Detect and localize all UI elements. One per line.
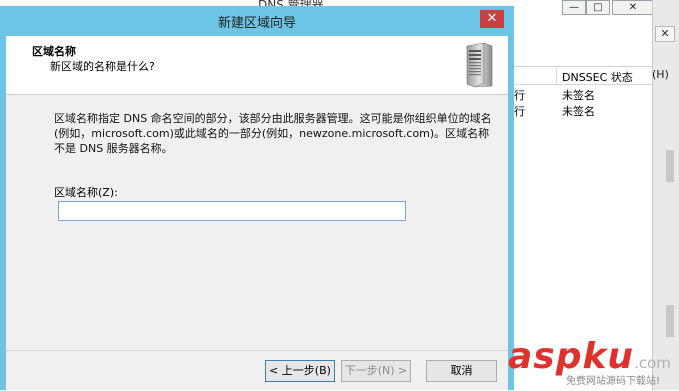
footer-divider [6, 350, 508, 351]
watermark-tld: .com [634, 354, 671, 372]
zone-name-label: 区域名称(Z): [54, 186, 118, 199]
scrollbar-thumb-lower[interactable] [666, 305, 674, 337]
column-header-dnssec[interactable]: DNSSEC 状态 [562, 69, 633, 85]
menu-help-shortcut[interactable]: (H) [652, 68, 669, 81]
maximize-button[interactable]: □ [586, 0, 610, 15]
list-item-dnssec: 未签名 [562, 89, 595, 102]
scrollbar-thumb[interactable] [666, 150, 674, 182]
column-header-cell[interactable] [514, 68, 557, 84]
wizard-title: 新建区域向导 [217, 16, 296, 31]
list-item-col1: 行 [514, 89, 525, 102]
wizard-titlebar[interactable]: 新建区域向导 ✕ [0, 6, 514, 36]
list-item-col1: 行 [514, 105, 525, 118]
wizard-subheading: 新区域的名称是什么? [50, 60, 155, 73]
list-item[interactable]: 行 未签名 [514, 103, 652, 118]
new-zone-wizard-dialog: 新建区域向导 ✕ 区域名称 新区域的名称是什么? 区域名称指定 DNS 命名空间… [0, 6, 514, 390]
wizard-body: 区域名称 新区域的名称是什么? 区域名称指定 DNS 命名空间的部分，该部分由此… [6, 36, 508, 390]
watermark-main: aspku [508, 336, 635, 377]
next-button[interactable]: 下一步(N) > [341, 360, 411, 382]
list-item[interactable]: 行 未签名 [514, 87, 652, 102]
list-item-dnssec: 未签名 [562, 105, 595, 118]
wizard-description: 区域名称指定 DNS 命名空间的部分，该部分由此服务器管理。这可能是你组织单位的… [54, 112, 492, 155]
zone-name-input[interactable] [58, 201, 406, 221]
pane-close-icon[interactable]: ✕ [655, 26, 675, 42]
wizard-header: 区域名称 新区域的名称是什么? [6, 36, 508, 95]
watermark-subtitle: 免费网站源码下载站! [566, 376, 661, 387]
wizard-close-button[interactable]: ✕ [480, 10, 504, 28]
records-column-header: DNSSEC 状态 [514, 68, 652, 85]
back-button[interactable]: < 上一步(B) [265, 360, 335, 382]
wizard-heading: 区域名称 [32, 45, 76, 58]
cancel-button[interactable]: 取消 [426, 360, 497, 382]
minimize-button[interactable]: — [562, 0, 586, 15]
watermark-logo: aspku.com [508, 336, 671, 377]
close-button[interactable]: ✕ [612, 0, 654, 15]
server-icon [466, 42, 493, 88]
